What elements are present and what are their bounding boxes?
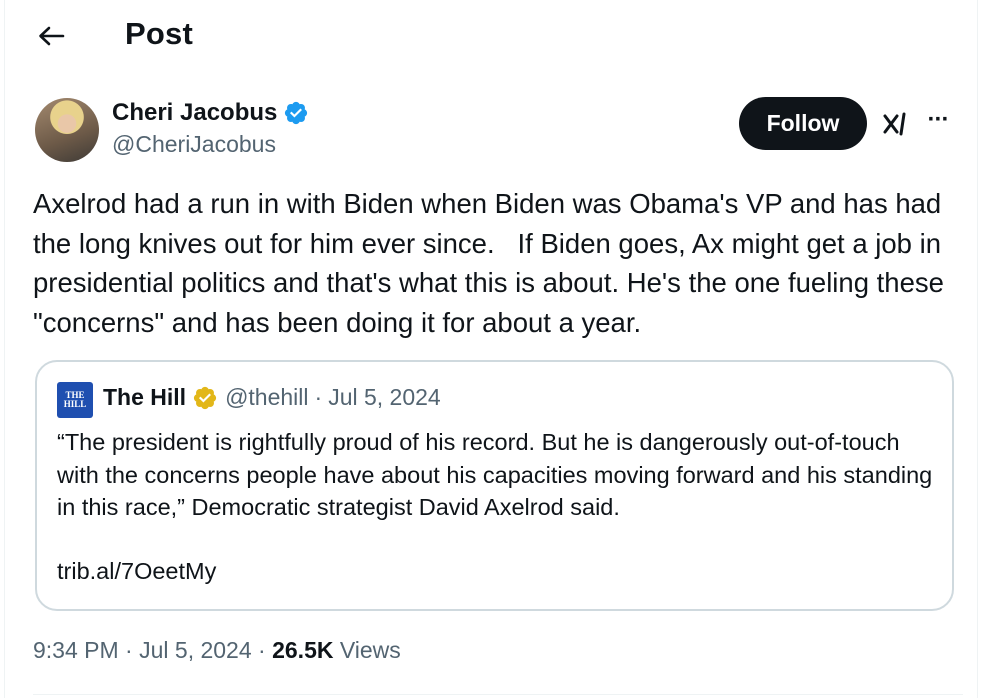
tweet-text: Axelrod had a run in with Biden when Bid…	[33, 188, 952, 338]
post-date[interactable]: Jul 5, 2024	[139, 637, 252, 663]
quoted-author-name: The Hill	[103, 384, 187, 410]
author-name-row[interactable]: Cheri Jacobus	[112, 99, 309, 127]
post-metadata: 9:34 PM · Jul 5, 2024 · 26.5K Views	[33, 637, 401, 664]
follow-button[interactable]: Follow	[739, 97, 867, 150]
author-handle[interactable]: @CheriJacobus	[112, 131, 276, 158]
header: Post	[5, 0, 977, 72]
quoted-post-card[interactable]: THE HILL The Hill @thehill · Jul 5, 2024…	[35, 360, 954, 611]
grok-button[interactable]	[877, 106, 913, 142]
arrow-left-icon	[39, 26, 65, 46]
quoted-post-link[interactable]: trib.al/7OeetMy	[57, 558, 216, 585]
quoted-post-header: The Hill @thehill · Jul 5, 2024	[103, 384, 441, 411]
back-button[interactable]	[33, 18, 69, 54]
post-time[interactable]: 9:34 PM	[33, 637, 119, 663]
views-label: Views	[339, 637, 401, 663]
logo-line-2: HILL	[63, 399, 87, 409]
author-name[interactable]: Cheri Jacobus	[112, 99, 277, 127]
avatar[interactable]	[35, 98, 99, 162]
the-hill-logo: THE HILL	[57, 382, 93, 418]
verified-organization-badge-icon	[193, 386, 217, 409]
quoted-post-date: Jul 5, 2024	[328, 384, 441, 410]
divider	[33, 694, 963, 695]
page-title: Post	[125, 16, 193, 51]
quoted-post-text: “The president is rightfully proud of hi…	[57, 429, 933, 520]
meta-separator-2: ·	[258, 637, 266, 663]
quoted-separator: ·	[314, 384, 323, 410]
meta-separator-1: ·	[125, 637, 133, 663]
quoted-author-handle: @thehill	[225, 384, 309, 410]
post-page: Post Cheri Jacobus @CheriJacobus Follow …	[4, 0, 978, 698]
more-options-button[interactable]: ···	[920, 108, 956, 140]
grok-icon	[883, 112, 906, 136]
verified-badge-icon	[285, 101, 308, 125]
views-count: 26.5K	[272, 637, 334, 663]
